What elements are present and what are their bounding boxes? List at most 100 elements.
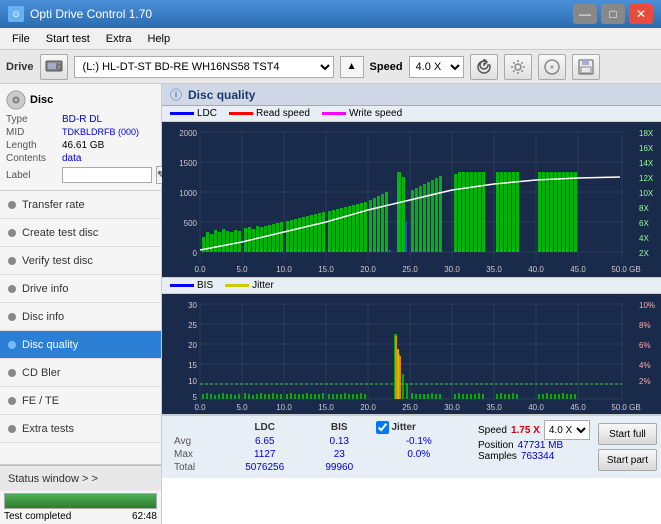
- svg-text:14X: 14X: [639, 159, 654, 168]
- svg-text:10X: 10X: [639, 189, 654, 198]
- speed-dropdown[interactable]: 4.0 X 2.0 X 8.0 X: [544, 420, 590, 440]
- svg-text:40.0: 40.0: [528, 403, 544, 412]
- nav-dot: [8, 397, 16, 405]
- svg-text:2%: 2%: [639, 377, 651, 386]
- sidebar-item-verify-test-disc[interactable]: Verify test disc: [0, 247, 161, 275]
- sidebar-item-disc-quality[interactable]: Disc quality: [0, 331, 161, 359]
- sidebar-bottom: Status window > > Test completed 62:48: [0, 464, 161, 524]
- total-bis: 99960: [307, 461, 372, 474]
- label-input[interactable]: [62, 167, 152, 183]
- max-row: Max 1127 23 0.0%: [170, 448, 466, 461]
- ldc-label: LDC: [197, 108, 217, 119]
- svg-text:8%: 8%: [639, 321, 651, 330]
- menu-file[interactable]: File: [4, 31, 38, 47]
- svg-text:1000: 1000: [179, 189, 197, 198]
- nav-label: Disc info: [22, 311, 64, 323]
- speed-value: 1.75 X: [511, 425, 540, 436]
- avg-row: Avg 6.65 0.13 -0.1%: [170, 435, 466, 448]
- position-value: 47731 MB: [518, 440, 564, 451]
- bottom-stats: LDC BIS Jitter Avg: [162, 415, 661, 478]
- menu-start-test[interactable]: Start test: [38, 31, 98, 47]
- nav-label: Drive info: [22, 283, 68, 295]
- disc-panel-title: Disc: [30, 94, 53, 106]
- write-label: Write speed: [349, 108, 402, 119]
- position-label: Position: [478, 440, 514, 451]
- svg-text:12X: 12X: [639, 174, 654, 183]
- media-button[interactable]: [538, 54, 566, 80]
- close-button[interactable]: ✕: [629, 4, 653, 24]
- sidebar-item-disc-info[interactable]: Disc info: [0, 303, 161, 331]
- nav-label: Disc quality: [22, 339, 78, 351]
- svg-text:40.0: 40.0: [528, 265, 544, 274]
- speed-select[interactable]: 4.0 X 2.0 X 8.0 X: [409, 56, 464, 78]
- app-icon: ⊙: [8, 6, 24, 22]
- eject-button[interactable]: ▲: [340, 56, 364, 78]
- total-jitter: [372, 461, 467, 474]
- read-color: [229, 112, 253, 115]
- drive-bar: Drive (L:) HL-DT-ST BD-RE WH16NS58 TST4 …: [0, 50, 661, 84]
- refresh-button[interactable]: [470, 54, 498, 80]
- svg-text:25: 25: [188, 321, 197, 330]
- nav-dot: [8, 257, 16, 265]
- sidebar-item-extra-tests[interactable]: Extra tests: [0, 415, 161, 443]
- svg-text:500: 500: [184, 219, 198, 228]
- sidebar-item-drive-info[interactable]: Drive info: [0, 275, 161, 303]
- svg-text:15.0: 15.0: [318, 403, 334, 412]
- svg-text:2000: 2000: [179, 129, 197, 138]
- sidebar-item-cd-bler[interactable]: CD Bler: [0, 359, 161, 387]
- svg-text:20: 20: [188, 341, 197, 350]
- title-controls[interactable]: — □ ✕: [573, 4, 653, 24]
- nav-dot: [8, 313, 16, 321]
- status-text-row: Test completed 62:48: [0, 511, 161, 524]
- minimize-button[interactable]: —: [573, 4, 597, 24]
- svg-text:18X: 18X: [639, 129, 654, 138]
- svg-text:50.0 GB: 50.0 GB: [611, 265, 640, 274]
- svg-text:4X: 4X: [639, 234, 649, 243]
- nav-dot: [8, 229, 16, 237]
- save-button[interactable]: [572, 54, 600, 80]
- read-label: Read speed: [256, 108, 310, 119]
- nav-dot: [8, 285, 16, 293]
- start-full-button[interactable]: Start full: [598, 423, 657, 445]
- nav-dot: [8, 369, 16, 377]
- bis-label: BIS: [197, 280, 213, 291]
- sidebar: Disc Type BD-R DL MID TDKBLDRFB (000) Le…: [0, 84, 162, 524]
- svg-text:10.0: 10.0: [276, 403, 292, 412]
- chart2-svg: 30 25 20 15 10 5 10% 8% 6% 4% 2% 0.0 5.0…: [162, 294, 661, 414]
- menu-extra[interactable]: Extra: [98, 31, 140, 47]
- write-color: [322, 112, 346, 115]
- legend-ldc: LDC: [170, 108, 217, 119]
- disc-info-panel: Disc Type BD-R DL MID TDKBLDRFB (000) Le…: [0, 84, 161, 191]
- start-part-button[interactable]: Start part: [598, 449, 657, 471]
- total-label: Total: [170, 461, 222, 474]
- jitter-color: [225, 284, 249, 287]
- svg-text:30: 30: [188, 301, 197, 310]
- sidebar-item-create-test-disc[interactable]: Create test disc: [0, 219, 161, 247]
- status-window-button[interactable]: Status window > >: [0, 465, 161, 491]
- nav-label: CD Bler: [22, 367, 61, 379]
- svg-text:20.0: 20.0: [360, 403, 376, 412]
- contents-value: data: [62, 153, 81, 164]
- drive-icon: [40, 54, 68, 80]
- svg-text:50.0 GB: 50.0 GB: [611, 403, 640, 412]
- contents-label: Contents: [6, 153, 58, 164]
- menu-help[interactable]: Help: [139, 31, 178, 47]
- jitter-checkbox[interactable]: [376, 421, 389, 434]
- disc-quality-title: Disc quality: [188, 88, 255, 102]
- maximize-button[interactable]: □: [601, 4, 625, 24]
- settings-button[interactable]: [504, 54, 532, 80]
- svg-text:30.0: 30.0: [444, 265, 460, 274]
- drive-label: Drive: [6, 61, 34, 73]
- content-area: ⓘ Disc quality LDC Read speed Write spee…: [162, 84, 661, 524]
- sidebar-item-fe-te[interactable]: FE / TE: [0, 387, 161, 415]
- type-label: Type: [6, 114, 58, 125]
- ldc-color: [170, 112, 194, 115]
- nav-dot: [8, 201, 16, 209]
- svg-text:25.0: 25.0: [402, 265, 418, 274]
- drive-select[interactable]: (L:) HL-DT-ST BD-RE WH16NS58 TST4: [74, 56, 334, 78]
- svg-text:5: 5: [193, 393, 198, 402]
- svg-text:10%: 10%: [639, 301, 655, 310]
- sidebar-item-transfer-rate[interactable]: Transfer rate: [0, 191, 161, 219]
- total-row: Total 5076256 99960: [170, 461, 466, 474]
- jitter-checkbox-label[interactable]: Jitter: [376, 421, 459, 434]
